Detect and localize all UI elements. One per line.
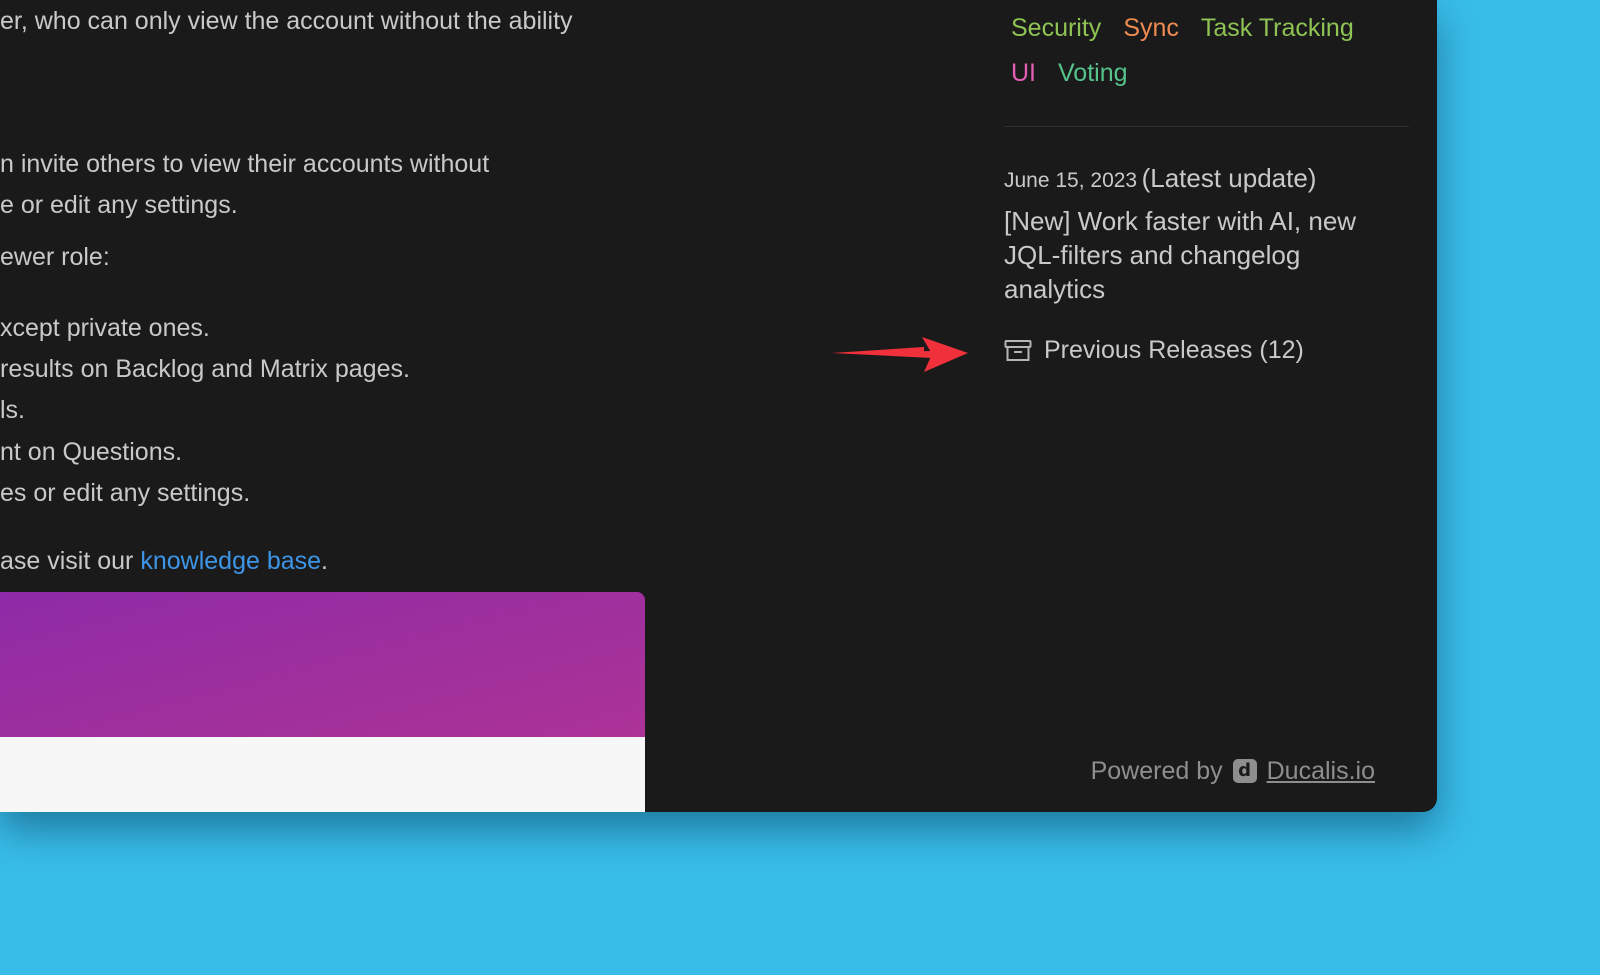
- previous-releases-label: Previous Releases (12): [1044, 336, 1304, 364]
- latest-update-label: (Latest update): [1141, 163, 1317, 193]
- previous-releases-link[interactable]: Previous Releases (12): [1004, 336, 1304, 365]
- article-list-item: nt on Questions.: [0, 438, 183, 466]
- release-article: er, who can only view the account withou…: [0, 0, 645, 812]
- latest-update-header: June 15, 2023 (Latest update): [1004, 163, 1316, 194]
- article-list-item: xcept private ones.: [0, 314, 210, 342]
- release-banner-image: [0, 592, 645, 812]
- sidebar-divider: [1004, 126, 1409, 127]
- update-date: June 15, 2023: [1004, 169, 1138, 192]
- ducalis-logo-icon: d: [1232, 759, 1257, 783]
- knowledge-base-link[interactable]: knowledge base: [140, 547, 321, 575]
- latest-update-link[interactable]: [New] Work faster with AI, new JQL-filte…: [1004, 204, 1404, 306]
- article-line: ewer role:: [0, 243, 110, 271]
- article-line: er, who can only view the account withou…: [0, 7, 573, 35]
- red-arrow-icon: [832, 330, 972, 381]
- knowledge-base-line: ase visit our knowledge base.: [0, 546, 328, 576]
- archive-box-icon: [1004, 339, 1032, 363]
- banner-content-area: [0, 737, 645, 812]
- tag-task-tracking[interactable]: Task Tracking: [1201, 11, 1354, 56]
- tag-voting[interactable]: Voting: [1058, 56, 1128, 101]
- tag-row: UI Voting: [1011, 56, 1411, 101]
- knowledge-base-suffix: .: [321, 547, 328, 575]
- tag-sync[interactable]: Sync: [1123, 11, 1179, 56]
- changelog-window: er, who can only view the account withou…: [0, 0, 1437, 812]
- tag-security[interactable]: Security: [1011, 11, 1101, 56]
- article-list-item: es or edit any settings.: [0, 479, 251, 507]
- tag-row: Security Sync Task Tracking: [1011, 11, 1411, 56]
- powered-by: Powered by d Ducalis.io: [1091, 756, 1375, 786]
- ducalis-link[interactable]: Ducalis.io: [1267, 756, 1375, 786]
- tag-list: Security Sync Task Tracking UI Voting: [1011, 11, 1411, 101]
- article-line: e or edit any settings.: [0, 191, 238, 219]
- banner-gradient: [0, 592, 645, 737]
- changelog-sidebar: Security Sync Task Tracking UI Voting Ju…: [1004, 0, 1409, 812]
- article-line: n invite others to view their accounts w…: [0, 150, 490, 178]
- powered-by-label: Powered by: [1090, 757, 1223, 785]
- tag-ui[interactable]: UI: [1011, 56, 1036, 101]
- article-list-item: ls.: [0, 396, 25, 424]
- article-list-item: results on Backlog and Matrix pages.: [0, 355, 410, 383]
- knowledge-base-prefix: ase visit our: [0, 547, 141, 575]
